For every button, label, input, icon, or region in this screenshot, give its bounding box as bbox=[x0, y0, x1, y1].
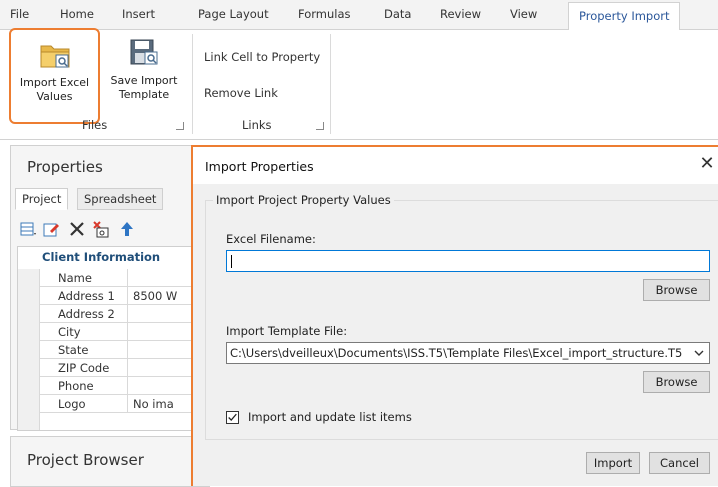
update-list-items-checkbox[interactable] bbox=[226, 411, 239, 424]
property-key: Phone bbox=[40, 377, 128, 395]
tab-home[interactable]: Home bbox=[60, 5, 94, 30]
ribbon: Import Excel Values Save Import Template… bbox=[0, 28, 718, 140]
save-import-template-button[interactable]: Save Import Template bbox=[107, 38, 181, 102]
table-row[interactable]: Name bbox=[40, 269, 210, 287]
browse-excel-button[interactable]: Browse bbox=[643, 279, 710, 301]
close-icon[interactable]: ✕ bbox=[696, 153, 718, 175]
expand-grid-icon[interactable] bbox=[17, 219, 37, 239]
import-template-label: Import Template File: bbox=[226, 324, 348, 338]
checkmark-icon bbox=[228, 413, 237, 421]
move-up-icon[interactable] bbox=[117, 219, 137, 239]
link-cell-to-property-button[interactable]: Link Cell to Property bbox=[204, 50, 320, 64]
table-row[interactable]: City bbox=[40, 323, 210, 341]
tab-formulas[interactable]: Formulas bbox=[298, 5, 351, 30]
table-row[interactable]: Address 1 8500 W bbox=[40, 287, 210, 305]
files-group-launcher-icon[interactable] bbox=[176, 122, 184, 130]
clear-values-icon[interactable] bbox=[91, 219, 111, 239]
cancel-button[interactable]: Cancel bbox=[649, 452, 710, 474]
delete-icon[interactable] bbox=[67, 219, 87, 239]
tab-property-import[interactable]: Property Import bbox=[568, 2, 681, 31]
tab-spreadsheet[interactable]: Spreadsheet bbox=[77, 188, 164, 210]
project-browser-pane: Project Browser bbox=[10, 436, 210, 487]
save-import-template-label: Save Import Template bbox=[110, 74, 178, 101]
import-template-select[interactable]: C:\Users\dveilleux\Documents\ISS.T5\Temp… bbox=[226, 342, 710, 364]
category-client-information[interactable]: Client Information bbox=[18, 247, 210, 269]
dialog-title: Import Properties bbox=[205, 159, 314, 174]
property-key: Logo bbox=[40, 395, 128, 413]
property-key: Address 1 bbox=[40, 287, 128, 305]
tab-data[interactable]: Data bbox=[384, 5, 411, 30]
property-value[interactable]: No ima bbox=[133, 395, 174, 413]
table-row[interactable]: Address 2 bbox=[40, 305, 210, 323]
tab-view[interactable]: View bbox=[510, 5, 537, 30]
tab-project[interactable]: Project bbox=[15, 188, 69, 210]
property-key: Name bbox=[40, 269, 128, 287]
properties-pane: Properties Project Spreadsheet Client In… bbox=[10, 145, 211, 431]
links-group-launcher-icon[interactable] bbox=[316, 122, 324, 130]
property-grid: Client Information Name Address 1 8500 W… bbox=[17, 246, 211, 431]
excel-filename-field[interactable] bbox=[226, 250, 710, 272]
tab-insert[interactable]: Insert bbox=[122, 5, 155, 30]
property-key: State bbox=[40, 341, 128, 359]
save-template-icon bbox=[130, 39, 158, 65]
ribbon-group-divider bbox=[192, 34, 193, 134]
properties-title: Properties bbox=[27, 158, 103, 176]
text-caret bbox=[231, 255, 232, 268]
project-browser-title: Project Browser bbox=[27, 451, 144, 469]
tab-file[interactable]: File bbox=[10, 5, 29, 30]
import-button[interactable]: Import bbox=[586, 452, 640, 474]
properties-toolbar bbox=[15, 216, 211, 242]
excel-filename-label: Excel Filename: bbox=[226, 232, 316, 246]
grid-gutter bbox=[18, 269, 40, 430]
update-list-items-label: Import and update list items bbox=[248, 410, 412, 424]
import-properties-dialog: Import Properties ✕ Import Project Prope… bbox=[191, 145, 718, 486]
property-key: Address 2 bbox=[40, 305, 128, 323]
tab-page-layout[interactable]: Page Layout bbox=[198, 5, 269, 30]
chevron-down-icon[interactable] bbox=[692, 346, 706, 360]
table-row[interactable]: ZIP Code bbox=[40, 359, 210, 377]
template-file-value: C:\Users\dveilleux\Documents\ISS.T5\Temp… bbox=[230, 346, 683, 360]
links-group-label: Links bbox=[242, 118, 272, 132]
import-excel-values-button[interactable]: Import Excel Values bbox=[9, 28, 100, 124]
tab-review[interactable]: Review bbox=[440, 5, 481, 30]
table-row[interactable]: State bbox=[40, 341, 210, 359]
edit-icon[interactable] bbox=[41, 219, 61, 239]
ribbon-group-divider bbox=[330, 34, 331, 134]
excel-filename-input[interactable] bbox=[227, 251, 709, 271]
property-value[interactable]: 8500 W bbox=[133, 287, 177, 305]
property-key: City bbox=[40, 323, 128, 341]
dialog-body: Import Project Property Values Excel Fil… bbox=[193, 184, 718, 486]
files-group-label: Files bbox=[82, 118, 108, 132]
folder-import-icon bbox=[40, 45, 69, 68]
table-row[interactable]: Phone bbox=[40, 377, 210, 395]
property-key: ZIP Code bbox=[40, 359, 128, 377]
table-row[interactable]: Logo No ima bbox=[40, 395, 210, 413]
import-excel-values-label: Import Excel Values bbox=[19, 76, 90, 103]
group-label: Import Project Property Values bbox=[213, 193, 394, 207]
browse-template-button[interactable]: Browse bbox=[643, 371, 710, 393]
remove-link-button[interactable]: Remove Link bbox=[204, 86, 278, 100]
ribbon-tab-bar: File Home Insert Page Layout Formulas Da… bbox=[0, 0, 718, 31]
